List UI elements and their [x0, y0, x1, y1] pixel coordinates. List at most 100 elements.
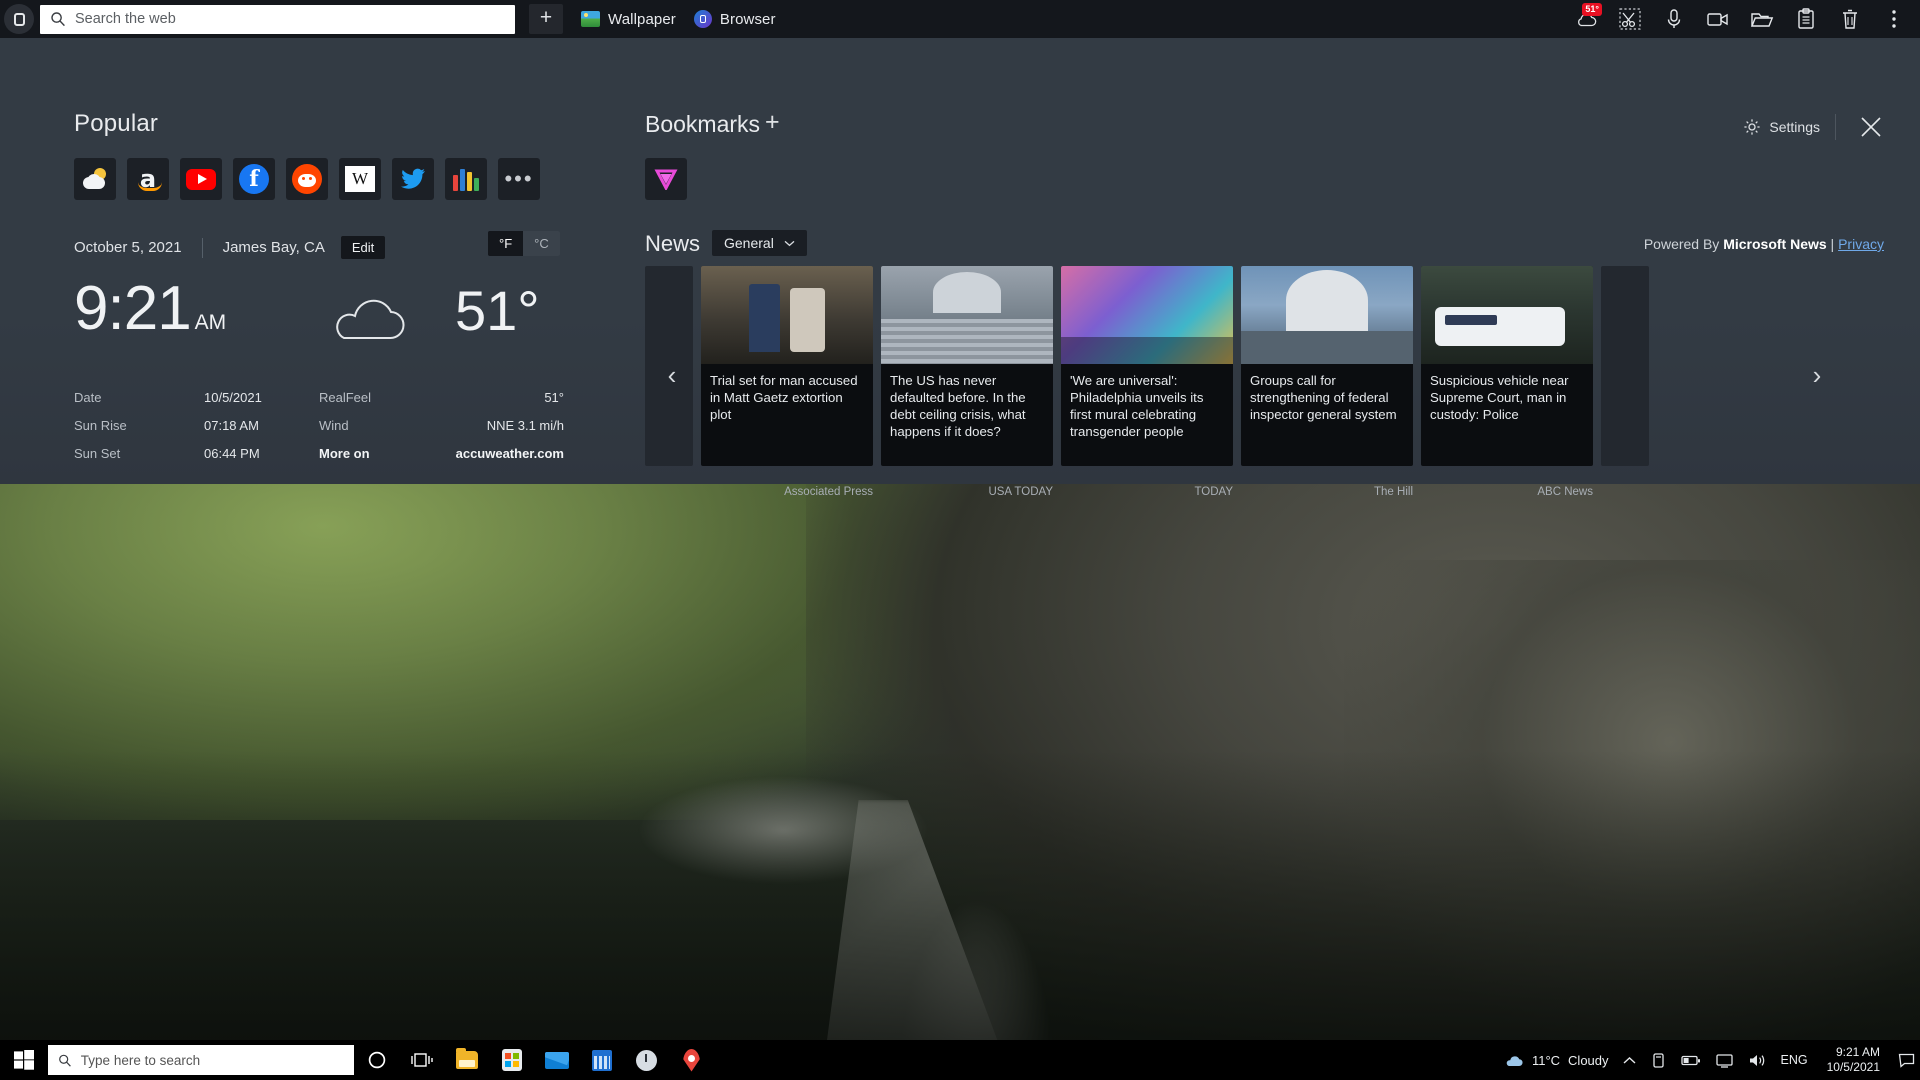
news-thumbnail [701, 266, 873, 364]
news-carousel: Trial set for man accused in Matt Gaetz … [645, 266, 1845, 476]
news-headline: Suspicious vehicle near Supreme Court, m… [1421, 364, 1593, 423]
language-indicator[interactable]: ENG [1774, 1040, 1815, 1080]
news-card[interactable]: The US has never defaulted before. In th… [881, 266, 1053, 466]
weather-cloud-icon[interactable]: 51° [1564, 0, 1608, 38]
popular-tile-twitter[interactable] [392, 158, 434, 200]
news-thumbnail [1421, 266, 1593, 364]
search-icon [50, 11, 66, 27]
tray-weather[interactable]: 11°C Cloudy [1488, 1040, 1616, 1080]
video-camera-icon[interactable] [1696, 0, 1740, 38]
news-thumbnail [881, 266, 1053, 364]
popular-tile-youtube[interactable] [180, 158, 222, 200]
battery-button[interactable] [1674, 1040, 1708, 1080]
calendar-button[interactable] [579, 1040, 624, 1080]
network-button[interactable] [1708, 1040, 1741, 1080]
news-card[interactable]: 'We are universal': Philadelphia unveils… [1061, 266, 1233, 466]
meta-divider [202, 238, 203, 258]
action-center-button[interactable] [1892, 1040, 1920, 1080]
news-category-dropdown[interactable]: General [712, 230, 807, 256]
add-bookmark-button[interactable]: + [765, 108, 780, 137]
more-options-icon[interactable] [1872, 0, 1916, 38]
news-card[interactable]: Groups call for strengthening of federal… [1241, 266, 1413, 466]
popular-tile-amazon[interactable]: a [127, 158, 169, 200]
windows-logo-icon [14, 1050, 34, 1070]
microphone-icon[interactable] [1652, 0, 1696, 38]
popular-tile-wikipedia[interactable]: W [339, 158, 381, 200]
taskbar-search-input[interactable] [81, 1053, 344, 1068]
new-tab-button[interactable]: + [529, 4, 563, 34]
volume-button[interactable] [1741, 1040, 1774, 1080]
tray-time: 9:21 AM [1827, 1045, 1880, 1060]
clock-date-button[interactable]: 9:21 AM 10/5/2021 [1815, 1045, 1892, 1075]
tab-wallpaper[interactable]: Wallpaper [581, 11, 676, 28]
news-source: ABC News [1421, 486, 1593, 498]
twitter-icon [400, 168, 426, 190]
news-source: USA TODAY [881, 486, 1053, 498]
news-heading: News [645, 231, 700, 257]
trash-icon[interactable] [1828, 0, 1872, 38]
news-next-button[interactable]: › [1800, 358, 1834, 392]
bookmark-tile-1[interactable] [645, 158, 687, 200]
news-card[interactable]: Suspicious vehicle near Supreme Court, m… [1421, 266, 1593, 466]
cloud-icon [1504, 1053, 1524, 1068]
news-attribution: Powered By Microsoft News | Privacy [1644, 236, 1884, 252]
tray-weather-cond: Cloudy [1568, 1053, 1608, 1068]
wallpaper-shadow [0, 750, 1920, 1080]
tray-weather-temp: 11°C [1532, 1053, 1560, 1068]
popular-tile-facebook[interactable]: f [233, 158, 275, 200]
cortana-button[interactable] [354, 1040, 399, 1080]
file-explorer-button[interactable] [444, 1040, 489, 1080]
unit-celsius-button[interactable]: °C [523, 231, 560, 256]
close-button[interactable] [1858, 114, 1884, 140]
powered-brand: Microsoft News [1723, 236, 1826, 252]
detail-value-date: 10/5/2021 [204, 390, 319, 405]
store-icon [502, 1049, 522, 1071]
news-card[interactable]: Trial set for man accused in Matt Gaetz … [701, 266, 873, 466]
tab-browser[interactable]: Browser [694, 10, 776, 28]
source-spacer [645, 486, 693, 498]
weather-location: James Bay, CA [223, 239, 325, 256]
popular-tile-shopping[interactable] [445, 158, 487, 200]
search-bar[interactable] [40, 5, 515, 34]
start-button[interactable] [0, 1040, 48, 1080]
clipboard-icon[interactable] [1784, 0, 1828, 38]
microsoft-store-button[interactable] [489, 1040, 534, 1080]
privacy-link[interactable]: Privacy [1838, 236, 1884, 252]
temperature-unit-toggle[interactable]: °F °C [488, 231, 560, 256]
tab-browser-label: Browser [720, 11, 776, 28]
chevron-down-icon [784, 240, 795, 247]
show-hidden-icons-button[interactable] [1616, 1040, 1643, 1080]
news-card-edge-right[interactable] [1601, 266, 1649, 466]
task-view-button[interactable] [399, 1040, 444, 1080]
news-headline: Groups call for strengthening of federal… [1241, 364, 1413, 423]
news-prev-button[interactable]: ‹ [655, 358, 689, 392]
detail-key-moreon: More on [319, 446, 434, 461]
unit-fahrenheit-button[interactable]: °F [488, 231, 523, 256]
current-temperature: 51° [455, 283, 540, 339]
popular-tile-reddit[interactable] [286, 158, 328, 200]
table-row: Sun Rise 07:18 AM Wind NNE 3.1 mi/h [74, 418, 564, 433]
onedrive-button[interactable] [1643, 1040, 1674, 1080]
header-divider [1835, 114, 1836, 140]
browser-icon [694, 10, 712, 28]
edit-location-button[interactable]: Edit [341, 236, 385, 259]
gear-icon [1743, 118, 1761, 136]
windows-taskbar: 11°C Cloudy [0, 1040, 1920, 1080]
open-folder-icon[interactable] [1740, 0, 1784, 38]
detail-value-sunset: 06:44 PM [204, 446, 319, 461]
folder-icon [456, 1051, 478, 1069]
accuweather-link[interactable]: accuweather.com [434, 446, 564, 461]
browser-toolbar: 51° [1564, 0, 1920, 38]
maps-button[interactable] [669, 1040, 714, 1080]
popular-more-button[interactable]: ••• [498, 158, 540, 200]
browser-overlay-panel: + Wallpaper Browser 51° [0, 0, 1920, 484]
snip-scissors-icon[interactable] [1608, 0, 1652, 38]
settings-button[interactable]: Settings [1743, 118, 1820, 136]
popular-tile-weather[interactable] [74, 158, 116, 200]
search-input[interactable] [75, 11, 505, 27]
mail-icon [545, 1052, 569, 1069]
mail-button[interactable] [534, 1040, 579, 1080]
task-view-icon [411, 1051, 433, 1069]
taskbar-search[interactable] [48, 1045, 354, 1075]
alarms-clock-button[interactable] [624, 1040, 669, 1080]
